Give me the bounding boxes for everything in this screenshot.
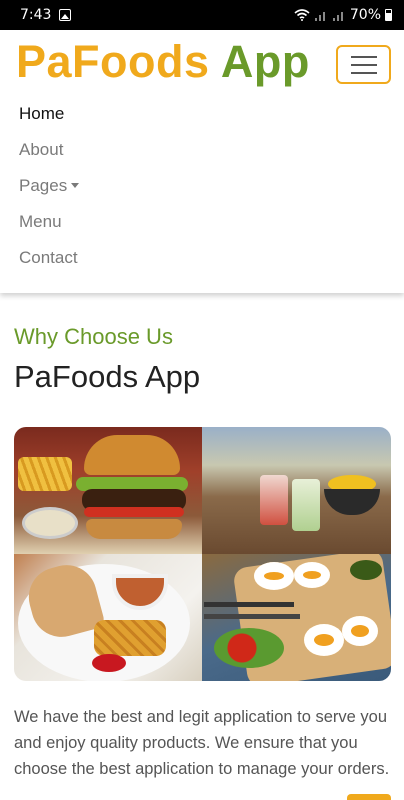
- drink-glass: [292, 479, 320, 531]
- status-time: 7:43: [20, 7, 52, 23]
- burger-bun: [84, 435, 180, 475]
- status-bar: 7:43 70%: [0, 0, 404, 30]
- hamburger-line: [350, 63, 377, 66]
- drinks-photo: [202, 427, 391, 554]
- nav-item-pages[interactable]: Pages: [19, 176, 80, 212]
- gallery-notification-icon: [59, 9, 72, 21]
- section-title: PaFoods App: [14, 359, 201, 394]
- brand-logo[interactable]: PaFoods App: [16, 36, 310, 88]
- ketchup: [92, 654, 126, 672]
- fried-egg: [342, 616, 378, 646]
- dropdown-caret-icon: [71, 183, 80, 188]
- olives: [350, 560, 382, 580]
- hamburger-line: [350, 71, 377, 74]
- nav-menu: Home About Pages Menu Contact: [19, 104, 80, 284]
- drink-glass: [260, 475, 288, 525]
- burger-tomato: [84, 507, 184, 517]
- nav-item-label: Menu: [19, 212, 62, 231]
- nav-item-label: Pages: [19, 176, 68, 195]
- nav-item-label: Contact: [19, 248, 78, 267]
- burger-bottom-bun: [86, 519, 182, 539]
- menu-toggle-button[interactable]: [336, 45, 391, 84]
- nav-item-menu[interactable]: Menu: [19, 212, 79, 248]
- nav-item-label: Home: [19, 104, 65, 123]
- battery-icon: [385, 9, 392, 21]
- fork: [204, 602, 294, 607]
- sandwich-photo: [14, 554, 202, 681]
- waffle-fries: [94, 620, 166, 656]
- sauce-bowl: [22, 507, 78, 539]
- fried-egg: [304, 624, 344, 656]
- section-subtitle: Why Choose Us: [14, 324, 173, 349]
- fried-egg: [254, 562, 294, 590]
- status-left: 7:43: [20, 7, 72, 23]
- fried-egg: [294, 562, 330, 588]
- signal-icon: [314, 12, 325, 21]
- fries: [18, 457, 72, 491]
- hamburger-line: [350, 55, 377, 58]
- nav-item-home[interactable]: Home: [19, 104, 79, 140]
- burger-photo: [14, 427, 202, 554]
- nav-item-label: About: [19, 140, 64, 159]
- food-photo-grid: [14, 427, 391, 681]
- nav-item-contact[interactable]: Contact: [19, 248, 79, 284]
- knife: [204, 614, 300, 619]
- scroll-to-top-button[interactable]: [347, 794, 391, 800]
- brand-part2: App: [220, 36, 310, 87]
- status-right: 70%: [294, 7, 392, 23]
- bowl: [324, 489, 380, 515]
- signal-icon-2: [332, 12, 343, 21]
- tomato-salad: [214, 628, 284, 668]
- nav-item-about[interactable]: About: [19, 140, 79, 176]
- wifi-icon: [294, 9, 310, 21]
- section-body: We have the best and legit application t…: [14, 708, 390, 778]
- breakfast-photo: [202, 554, 391, 681]
- navbar: PaFoods App Home About Pages Menu Contac…: [0, 30, 404, 293]
- battery-percent: 70%: [349, 7, 381, 23]
- brand-part1: PaFoods: [16, 36, 210, 87]
